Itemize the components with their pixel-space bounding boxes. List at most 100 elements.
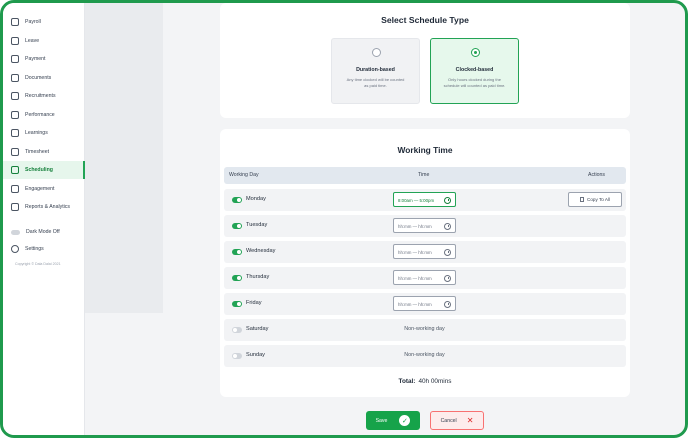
option-title: Clocked-based: [455, 67, 494, 73]
total-hours: Total: 40h 00mins: [220, 378, 630, 385]
reports-icon: [11, 203, 19, 211]
sidebar-item-label: Learnings: [25, 130, 48, 136]
payment-icon: [11, 55, 19, 63]
day-toggle[interactable]: [232, 275, 242, 281]
copy-to-all-label: Copy To All: [587, 197, 610, 202]
column-header-day: Working Day: [229, 172, 259, 178]
copyright-text: Copyright © Dala Dalai 2021: [15, 262, 61, 266]
recruitments-icon: [11, 92, 19, 100]
learnings-icon: [11, 129, 19, 137]
day-toggle[interactable]: [232, 301, 242, 307]
sidebar-item-label: Settings: [25, 246, 44, 252]
cancel-label: Cancel: [440, 417, 457, 424]
table-row: Friday hh:mm — hh:mm: [224, 293, 626, 315]
time-range-value: hh:mm — hh:mm: [398, 223, 432, 229]
clock-icon: [444, 274, 451, 282]
performance-icon: [11, 111, 19, 119]
sidebar-item-label: Timesheet: [25, 149, 50, 155]
total-label: Total:: [398, 378, 416, 385]
leave-icon: [11, 37, 19, 45]
day-label: Sunday: [246, 352, 265, 358]
copy-to-all-button[interactable]: Copy To All: [568, 192, 622, 207]
dark-mode-toggle[interactable]: Dark Mode Off: [3, 224, 85, 240]
time-range-value: 8:00am — 5:00pm: [398, 197, 435, 203]
toggle-icon: [11, 229, 20, 235]
clock-icon: [444, 222, 451, 230]
sidebar-item-label: Reports & Analytics: [25, 204, 70, 210]
secondary-panel: [85, 3, 163, 313]
time-range-value: hh:mm — hh:mm: [398, 249, 432, 255]
clock-icon: [444, 300, 451, 308]
table-header: Working Day Time Actions: [224, 167, 626, 184]
radio-selected-icon[interactable]: [471, 48, 480, 57]
sidebar-item-label: Engagement: [25, 186, 55, 192]
sidebar-item-label: Scheduling: [25, 167, 53, 173]
day-label: Wednesday: [246, 248, 276, 254]
option-description: Only hours clocked during the schedule w…: [443, 77, 506, 88]
schedule-type-card: Select Schedule Type: [220, 3, 630, 118]
sidebar-item-leave[interactable]: Leave: [3, 33, 85, 49]
app-frame: Payroll Leave Payment Documents Recruitm…: [0, 0, 688, 438]
radio-unselected-icon[interactable]: [372, 48, 381, 57]
table-row: Thursday hh:mm — hh:mm: [224, 267, 626, 289]
check-icon: ✓: [399, 415, 411, 426]
option-title: Duration-based: [356, 67, 395, 73]
sidebar-item-settings[interactable]: Settings: [3, 241, 85, 257]
copy-icon: [580, 197, 585, 202]
table-row: Monday 8:00am — 5:00pm Copy To All: [224, 189, 626, 211]
day-toggle[interactable]: [232, 249, 242, 255]
day-label: Friday: [246, 300, 262, 306]
sidebar-item-label: Payment: [25, 56, 46, 62]
engagement-icon: [11, 185, 19, 193]
day-toggle[interactable]: [232, 327, 242, 333]
sidebar-item-label: Leave: [25, 38, 40, 44]
duration-based-option[interactable]: Duration-based Any time clocked will be …: [331, 38, 420, 104]
schedule-type-title: Select Schedule Type: [381, 15, 469, 25]
time-range-input[interactable]: hh:mm — hh:mm: [393, 270, 456, 285]
table-row: Sunday Non-working day: [224, 345, 626, 367]
secondary-panel-footer: [85, 313, 163, 435]
total-value: 40h 00mins: [418, 378, 452, 385]
table-row: Wednesday hh:mm — hh:mm: [224, 241, 626, 263]
day-label: Thursday: [246, 274, 270, 280]
clocked-based-option[interactable]: Clocked-based Only hours clocked during …: [430, 38, 519, 104]
day-label: Tuesday: [246, 222, 268, 228]
sidebar-item-documents[interactable]: Documents: [3, 70, 85, 86]
sidebar-item-scheduling[interactable]: Scheduling: [3, 161, 85, 179]
sidebar-item-payroll[interactable]: Payroll: [3, 14, 85, 30]
save-button[interactable]: Save ✓: [366, 411, 420, 430]
sidebar-item-timesheet[interactable]: Timesheet: [3, 144, 85, 160]
time-range-value: hh:mm — hh:mm: [398, 275, 432, 281]
sidebar-item-learnings[interactable]: Learnings: [3, 125, 85, 141]
day-toggle[interactable]: [232, 353, 242, 359]
sidebar-item-label: Payroll: [25, 19, 41, 25]
calendar-icon: [11, 166, 19, 174]
sidebar-item-performance[interactable]: Performance: [3, 107, 85, 123]
non-working-day-text: Non-working day: [404, 326, 445, 332]
payroll-icon: [11, 18, 19, 26]
sidebar-item-recruitments[interactable]: Recruitments: [3, 88, 85, 104]
option-description: Any time clocked will be counted as paid…: [346, 77, 405, 88]
time-range-value: hh:mm — hh:mm: [398, 301, 432, 307]
sidebar: Payroll Leave Payment Documents Recruitm…: [3, 3, 85, 435]
day-label: Saturday: [246, 326, 269, 332]
sidebar-item-payment[interactable]: Payment: [3, 51, 85, 67]
sidebar-item-reports[interactable]: Reports & Analytics: [3, 199, 85, 215]
save-label: Save: [375, 417, 388, 424]
close-icon: ✕: [466, 415, 474, 425]
table-row: Saturday Non-working day: [224, 319, 626, 341]
time-range-input[interactable]: hh:mm — hh:mm: [393, 244, 456, 259]
gear-icon: [11, 245, 19, 253]
working-time-title: Working Time: [397, 145, 453, 155]
sidebar-item-label: Performance: [25, 112, 55, 118]
day-toggle[interactable]: [232, 197, 242, 203]
cancel-button[interactable]: Cancel ✕: [430, 411, 484, 430]
time-range-input[interactable]: 8:00am — 5:00pm: [393, 192, 456, 207]
time-range-input[interactable]: hh:mm — hh:mm: [393, 296, 456, 311]
non-working-day-text: Non-working day: [404, 352, 445, 358]
day-toggle[interactable]: [232, 223, 242, 229]
sidebar-item-engagement[interactable]: Engagement: [3, 181, 85, 197]
column-header-actions: Actions: [588, 172, 606, 178]
time-range-input[interactable]: hh:mm — hh:mm: [393, 218, 456, 233]
day-label: Monday: [246, 196, 266, 202]
